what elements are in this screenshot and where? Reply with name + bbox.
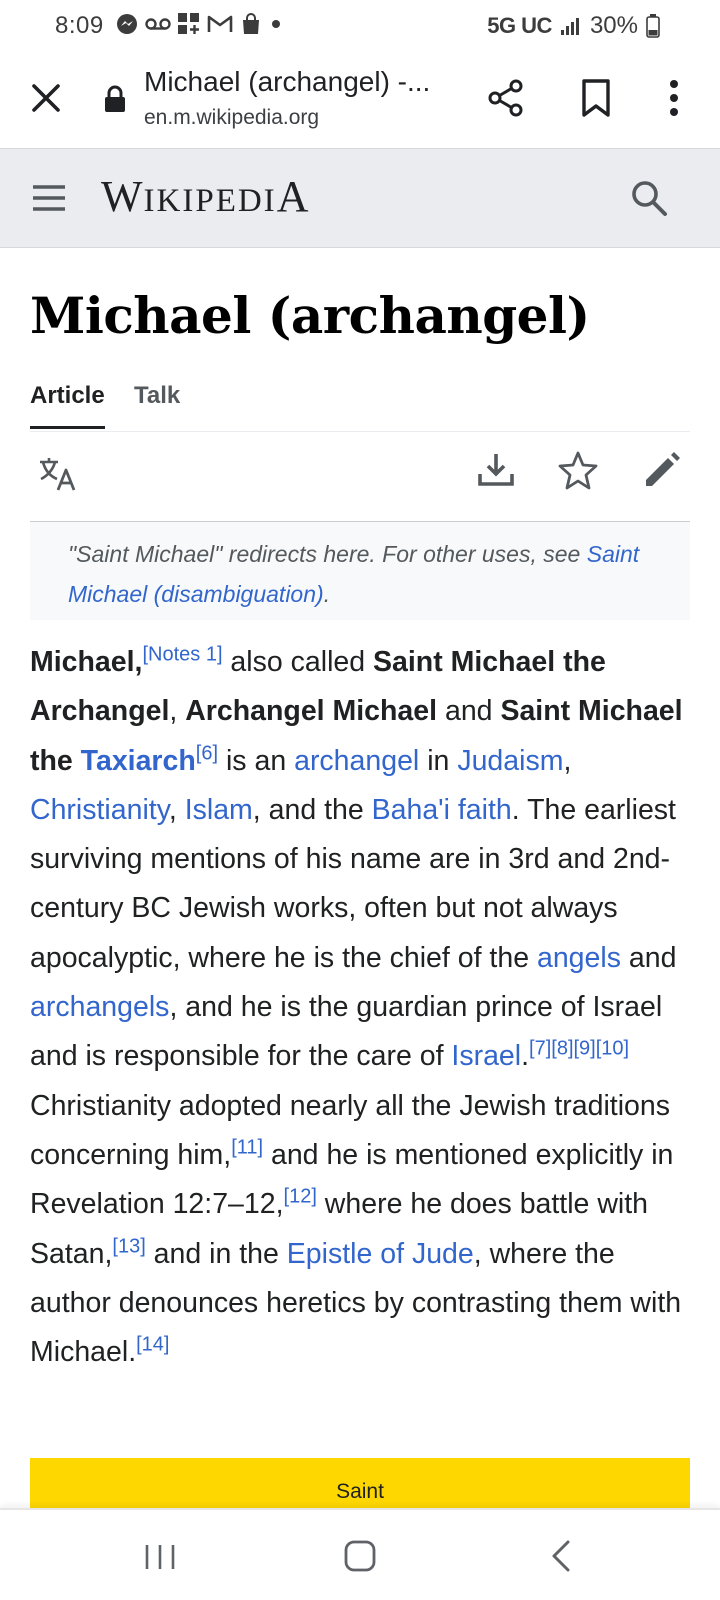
voicemail-icon	[145, 18, 171, 30]
share-icon[interactable]	[486, 78, 526, 118]
logo-letter-last: A	[276, 172, 310, 221]
lock-icon	[105, 85, 125, 112]
archangels-link[interactable]: archangels	[30, 991, 169, 1023]
notification-icons	[115, 12, 283, 36]
watch-star-icon[interactable]	[558, 450, 598, 490]
christianity-link[interactable]: Christianity	[30, 794, 169, 826]
angels-link[interactable]: angels	[537, 942, 621, 974]
app-grid-icon	[178, 13, 199, 34]
hatnote: "Saint Michael" redirects here. For othe…	[30, 522, 690, 620]
page-tabs: Article Talk	[30, 376, 690, 432]
page-actions	[30, 432, 690, 522]
language-icon[interactable]	[38, 454, 78, 494]
subject-name: Michael,	[30, 646, 143, 678]
back-icon[interactable]	[548, 1538, 572, 1574]
shopping-bag-icon	[243, 13, 259, 34]
lead-text: and	[620, 941, 677, 974]
wikipedia-logo[interactable]: WIKIPEDIA	[101, 171, 309, 222]
lead-paragraph: Michael,[Notes 1] also called Saint Mich…	[30, 638, 700, 1377]
logo-letter-first: W	[101, 172, 144, 221]
network-label: 5G UC	[487, 13, 552, 38]
status-right: 5G UC 30%	[487, 12, 660, 40]
tab-talk[interactable]: Talk	[134, 382, 180, 410]
israel-link[interactable]: Israel	[451, 1040, 521, 1072]
citation-link[interactable]: [12]	[284, 1186, 317, 1208]
lead-text: in	[419, 744, 458, 777]
archangel-link[interactable]: archangel	[294, 745, 419, 777]
lead-text: ,	[563, 744, 572, 777]
lead-text: is an	[218, 744, 295, 777]
gmail-icon	[207, 15, 233, 32]
citation-link[interactable]: [11]	[231, 1136, 263, 1158]
more-options-icon[interactable]	[660, 76, 688, 120]
note-ref-link[interactable]: [Notes 1]	[142, 644, 222, 666]
battery-icon	[646, 14, 660, 38]
messenger-icon	[117, 14, 137, 34]
bahai-faith-link[interactable]: Baha'i faith	[372, 794, 512, 826]
citation-link[interactable]: [13]	[112, 1235, 145, 1257]
lead-text: and in the	[145, 1237, 287, 1270]
status-time: 8:09	[55, 12, 104, 39]
recent-apps-icon[interactable]	[143, 1540, 177, 1574]
lead-text: .	[521, 1040, 530, 1073]
citation-link[interactable]: [14]	[136, 1334, 169, 1356]
lead-text: ,	[169, 695, 186, 728]
dot-icon	[272, 20, 280, 28]
hatnote-end: .	[323, 581, 331, 607]
lead-text: ,	[168, 793, 185, 826]
menu-icon[interactable]	[30, 179, 68, 217]
islam-link[interactable]: Islam	[185, 794, 253, 826]
url-text[interactable]: en.m.wikipedia.org	[144, 106, 319, 130]
judaism-link[interactable]: Judaism	[457, 745, 563, 777]
wikipedia-header: WIKIPEDIA	[0, 148, 720, 248]
lead-text: , and the	[252, 793, 372, 826]
page-title: Michael (archangel)	[30, 286, 590, 345]
logo-letters-middle: IKIPEDI	[143, 183, 277, 219]
tab-title[interactable]: Michael (archangel) -...	[144, 66, 430, 98]
home-icon[interactable]	[342, 1538, 378, 1574]
citation-link[interactable]: [7][8][9][10]	[529, 1038, 629, 1060]
hatnote-text: "Saint Michael" redirects here. For othe…	[68, 541, 587, 567]
lead-text: and	[437, 695, 501, 728]
lead-text: also called	[222, 646, 374, 678]
battery-percent: 30%	[589, 12, 638, 39]
status-bar: 8:09 5G UC 30%	[0, 0, 720, 52]
signal-icon	[560, 18, 579, 35]
close-icon[interactable]	[26, 78, 66, 118]
epistle-of-jude-link[interactable]: Epistle of Jude	[287, 1238, 474, 1270]
navigation-bar	[0, 1508, 720, 1600]
download-icon[interactable]	[476, 450, 516, 490]
browser-toolbar: Michael (archangel) -... en.m.wikipedia.…	[0, 52, 720, 148]
taxiarch-link[interactable]: Taxiarch	[81, 745, 196, 777]
edit-pencil-icon[interactable]	[642, 450, 682, 490]
tab-article[interactable]: Article	[30, 382, 105, 429]
citation-link[interactable]: [6]	[196, 742, 218, 764]
alias-bold: Archangel Michael	[185, 695, 438, 728]
bookmark-icon[interactable]	[578, 78, 614, 118]
search-icon[interactable]	[628, 177, 670, 219]
